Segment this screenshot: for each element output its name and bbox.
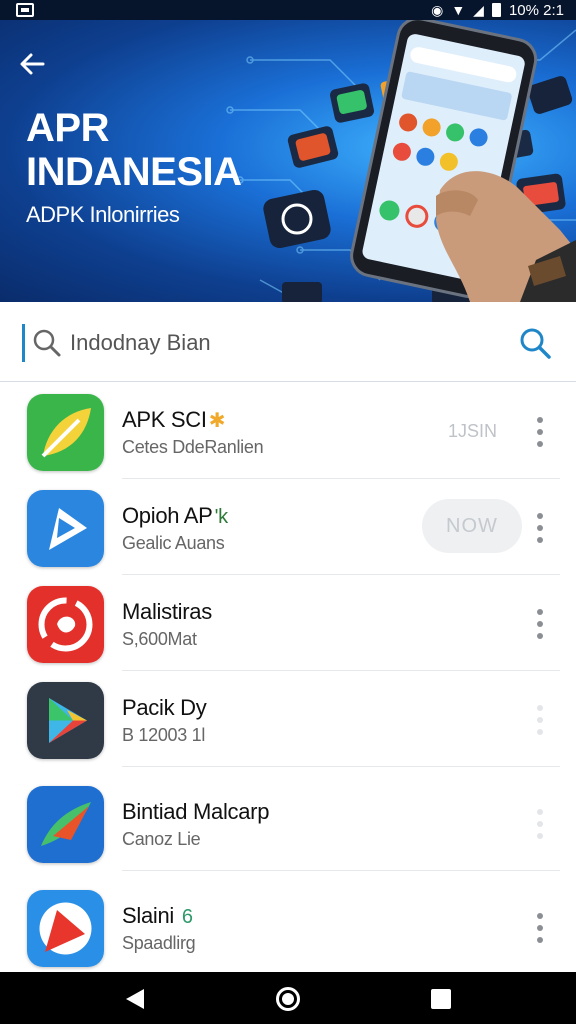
app-subtitle: B 12003 1l	[122, 725, 206, 745]
app-icon-play-triangle	[27, 682, 104, 759]
install-button[interactable]: NOW	[422, 499, 522, 553]
status-time-battery: 10% 2:1	[508, 1, 564, 19]
list-item[interactable]: Malistiras S,600Mat	[0, 575, 576, 671]
more-options-button[interactable]	[526, 415, 554, 449]
hero-banner: APR INDANESIA ADPK Inlonirries	[0, 20, 576, 302]
verified-icon: 6	[181, 906, 193, 928]
nav-home-icon[interactable]	[276, 987, 300, 1011]
battery-icon	[491, 3, 501, 17]
list-item[interactable]: Pacik Dy B 12003 1l	[0, 671, 576, 767]
app-subtitle: Cetes DdeRanlien	[122, 437, 264, 457]
divider	[122, 870, 560, 871]
list-item[interactable]: Bintiad Malcarp Canoz Lie	[0, 775, 576, 871]
status-left	[16, 3, 34, 17]
notification-app-icon	[16, 3, 34, 17]
more-vert-icon	[537, 417, 543, 423]
app-icon-leaf	[27, 394, 104, 471]
app-subtitle: Canoz Lie	[122, 829, 201, 849]
list-item[interactable]: APK SCI ✱ Cetes DdeRanlien 1JSIN	[0, 383, 576, 479]
arrow-left-icon	[20, 53, 45, 75]
search-submit-icon[interactable]	[518, 326, 552, 360]
app-icon-play-p	[27, 490, 104, 567]
app-subtitle: Spaadlirg	[122, 933, 196, 953]
app-meta: 1JSIN	[448, 421, 498, 441]
more-vert-icon	[537, 913, 543, 919]
wifi-icon: ▼	[451, 2, 466, 18]
more-vert-icon	[537, 513, 543, 519]
more-vert-icon	[537, 809, 543, 815]
search-icon	[33, 329, 61, 357]
status-bar: ◉ ▼ ◢ 10% 2:1	[0, 0, 576, 20]
more-options-button[interactable]	[526, 511, 554, 545]
sparkle-icon: ✱	[208, 410, 226, 432]
app-name: APK SCI ✱	[122, 407, 226, 432]
search-bar	[0, 302, 576, 382]
app-subtitle: S,600Mat	[122, 629, 197, 649]
system-nav-bar	[0, 972, 576, 1024]
nav-recents-icon[interactable]	[431, 989, 451, 1009]
app-name: Malistiras	[122, 599, 212, 624]
search-focus-indicator	[22, 324, 25, 362]
more-options-button[interactable]	[526, 807, 554, 841]
status-right: ◉ ▼ ◢ 10% 2:1	[431, 2, 564, 19]
app-name: Slaini 6	[122, 903, 193, 928]
more-options-button[interactable]	[526, 607, 554, 641]
divider	[122, 766, 560, 767]
app-icon-red-play	[27, 890, 104, 967]
nav-back-icon[interactable]	[124, 988, 146, 1010]
signal-icon: ◢	[473, 2, 484, 18]
list-item[interactable]: Slaini 6 Spaadlirg	[0, 879, 576, 975]
more-vert-icon	[537, 609, 543, 615]
location-icon: ◉	[431, 2, 444, 18]
app-name: Bintiad Malcarp	[122, 799, 270, 824]
list-item[interactable]: Opioh AP'k Gealic Auans NOW	[0, 479, 576, 575]
app-icon-arrow	[27, 786, 104, 863]
app-icon-red-circle	[27, 586, 104, 663]
back-button[interactable]	[14, 46, 50, 82]
search-input[interactable]	[70, 324, 490, 362]
banner-title: APR INDANESIA	[26, 106, 242, 194]
more-options-button[interactable]	[526, 703, 554, 737]
banner-subtitle: ADPK Inlonirries	[26, 202, 180, 227]
more-options-button[interactable]	[526, 911, 554, 945]
name-suffix: 'k	[214, 506, 229, 528]
app-name: Opioh AP'k	[122, 503, 229, 528]
app-name: Pacik Dy	[122, 695, 207, 720]
more-vert-icon	[537, 705, 543, 711]
app-screen: ◉ ▼ ◢ 10% 2:1 APR INDANESIA ADPK Inlonir…	[0, 0, 576, 1024]
app-subtitle: Gealic Auans	[122, 533, 225, 553]
